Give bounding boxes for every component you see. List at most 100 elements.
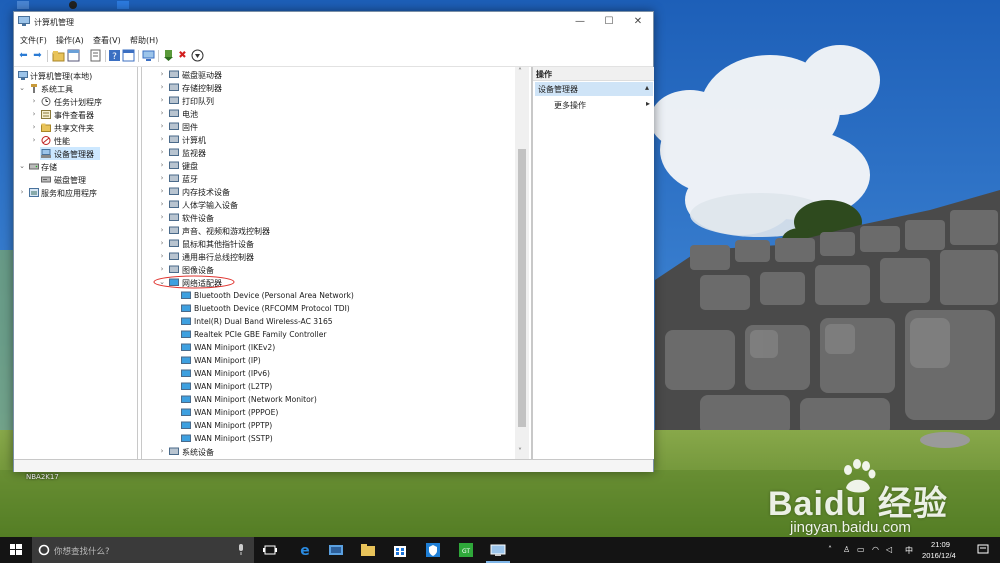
expand-arrow-icon[interactable]: › [158,107,166,120]
expand-arrow-icon[interactable]: › [158,445,166,458]
tree-item-storage[interactable]: ⌄ 存储 [16,160,136,173]
edge-icon[interactable]: e [297,542,313,558]
network-adapter-row[interactable]: WAN Miniport (Network Monitor) [170,393,530,406]
device-category-row[interactable]: › 蓝牙 [158,172,518,185]
expand-arrow-icon[interactable]: › [158,133,166,146]
clock-date[interactable]: 2016/12/4 [922,551,956,560]
expand-arrow-icon[interactable]: › [158,224,166,237]
device-category-row[interactable]: › 通用串行总线控制器 [158,250,518,263]
device-category-row[interactable]: › 软件设备 [158,211,518,224]
expand-arrow-icon[interactable]: › [158,172,166,185]
network-adapter-row[interactable]: Realtek PCIe GBE Family Controller [170,328,530,341]
search-box[interactable]: 你想查找什么? [32,537,254,563]
expand-arrow-icon[interactable]: › [158,94,166,107]
expand-arrow-icon[interactable]: › [30,108,38,121]
expand-arrow-icon[interactable]: › [158,159,166,172]
file-explorer-icon[interactable] [360,542,376,558]
battery-tray-icon[interactable]: ▭ [857,545,865,554]
expand-arrow-icon[interactable]: › [18,186,26,199]
expand-arrow-icon[interactable]: › [158,237,166,250]
scroll-down-arrow-icon[interactable]: ˅ [518,447,522,456]
collapse-arrow-icon[interactable]: ⌄ [18,160,26,173]
tray-chevron-icon[interactable]: ˄ [828,545,832,554]
title-bar[interactable]: 计算机管理 — ☐ ✕ [14,12,653,32]
store-icon[interactable] [392,542,408,558]
device-category-row[interactable]: › 内存技术设备 [158,185,518,198]
expand-arrow-icon[interactable]: › [30,134,38,147]
expand-arrow-icon[interactable]: › [30,95,38,108]
device-category-row[interactable]: › 计算机 [158,133,518,146]
expand-arrow-icon[interactable]: › [158,120,166,133]
minimize-button[interactable]: — [564,12,596,32]
menu-file[interactable]: 文件(F) [20,35,47,46]
device-category-row[interactable]: › 存储控制器 [158,81,518,94]
network-adapter-row[interactable]: Intel(R) Dual Band Wireless-AC 3165 [170,315,530,328]
up-folder-icon[interactable] [52,49,65,62]
device-category-row[interactable]: › 系统设备 [158,445,518,458]
properties-icon[interactable] [122,49,135,62]
device-category-row[interactable]: › 人体学输入设备 [158,198,518,211]
desktop-icon-2[interactable] [66,0,80,10]
desktop-icon-3[interactable] [116,0,130,10]
clock-time[interactable]: 21:09 [931,540,950,549]
vertical-scrollbar[interactable]: ˄ ˅ [515,67,529,459]
network-adapter-row[interactable]: WAN Miniport (IKEv2) [170,341,530,354]
shield-app-icon[interactable] [425,542,441,558]
device-category-row[interactable]: › 打印队列 [158,94,518,107]
windows-start-icon[interactable] [0,537,32,563]
desktop-icon-label[interactable]: NBA2K17 [26,473,59,481]
green-app-icon[interactable]: GT [458,542,474,558]
notification-icon[interactable] [977,544,989,556]
tray-app-icon[interactable]: ♙ [843,545,850,554]
scroll-up-arrow-icon[interactable]: ˄ [518,67,522,76]
task-view-icon[interactable] [262,542,278,558]
volume-tray-icon[interactable]: ◁ [886,545,892,554]
network-adapter-row[interactable]: WAN Miniport (PPTP) [170,419,530,432]
expand-arrow-icon[interactable]: › [158,185,166,198]
device-category-row[interactable]: › 声音、视频和游戏控制器 [158,224,518,237]
expand-arrow-icon[interactable]: › [158,81,166,94]
expand-arrow-icon[interactable]: › [158,146,166,159]
tree-item-task-scheduler[interactable]: › 任务计划程序 [16,95,136,108]
network-adapter-row[interactable]: WAN Miniport (L2TP) [170,380,530,393]
device-category-network-adapters[interactable]: ⌄ 网络适配器 [153,275,518,289]
network-adapter-row[interactable]: Bluetooth Device (RFCOMM Protocol TDI) [170,302,530,315]
menu-action[interactable]: 操作(A) [56,35,84,46]
update-driver-icon[interactable] [162,49,175,62]
menu-help[interactable]: 帮助(H) [130,35,158,46]
computer-management-task-icon[interactable] [490,542,506,558]
network-adapter-row[interactable]: Bluetooth Device (Personal Area Network) [170,289,530,302]
network-adapter-row[interactable]: WAN Miniport (PPPOE) [170,406,530,419]
store-icon-2[interactable] [328,542,344,558]
network-adapter-row[interactable]: WAN Miniport (IPv6) [170,367,530,380]
tree-item-disk-management[interactable]: 磁盘管理 [16,173,136,186]
device-category-row[interactable]: › 鼠标和其他指针设备 [158,237,518,250]
tree-item-system-tools[interactable]: ⌄ 系统工具 [16,82,136,95]
device-category-row[interactable]: › 监视器 [158,146,518,159]
tree-item-services-applications[interactable]: › 服务和应用程序 [16,186,136,199]
network-adapter-row[interactable]: WAN Miniport (SSTP) [170,432,530,445]
expand-arrow-icon[interactable]: › [158,211,166,224]
collapse-arrow-icon[interactable]: ⌄ [18,82,26,95]
wifi-tray-icon[interactable]: ◠ [872,545,879,554]
close-button[interactable]: ✕ [622,12,654,32]
device-category-row[interactable]: › 电池 [158,107,518,120]
tree-item-shared-folders[interactable]: › 共享文件夹 [16,121,136,134]
network-adapter-row[interactable]: WAN Miniport (IP) [170,354,530,367]
expand-arrow-icon[interactable]: › [158,250,166,263]
tree-item-performance[interactable]: › 性能 [16,134,136,147]
uninstall-device-icon[interactable]: ✖ [176,49,189,62]
maximize-button[interactable]: ☐ [593,12,625,32]
disable-device-icon[interactable] [191,49,204,62]
tree-item-event-viewer[interactable]: › 事件查看器 [16,108,136,121]
show-hide-tree-icon[interactable] [67,49,80,62]
forward-arrow-icon[interactable]: ➡ [31,49,44,62]
expand-arrow-icon[interactable]: › [158,68,166,81]
tree-item-device-manager[interactable]: 设备管理器 [40,147,100,160]
ime-indicator[interactable]: 中 [905,545,913,556]
actions-section-device-manager[interactable]: 设备管理器 ▴ [535,82,653,96]
microphone-icon[interactable] [237,544,245,556]
expand-arrow-icon[interactable]: › [158,198,166,211]
menu-view[interactable]: 查看(V) [93,35,121,46]
collapse-up-arrow-icon[interactable]: ▴ [645,83,649,92]
